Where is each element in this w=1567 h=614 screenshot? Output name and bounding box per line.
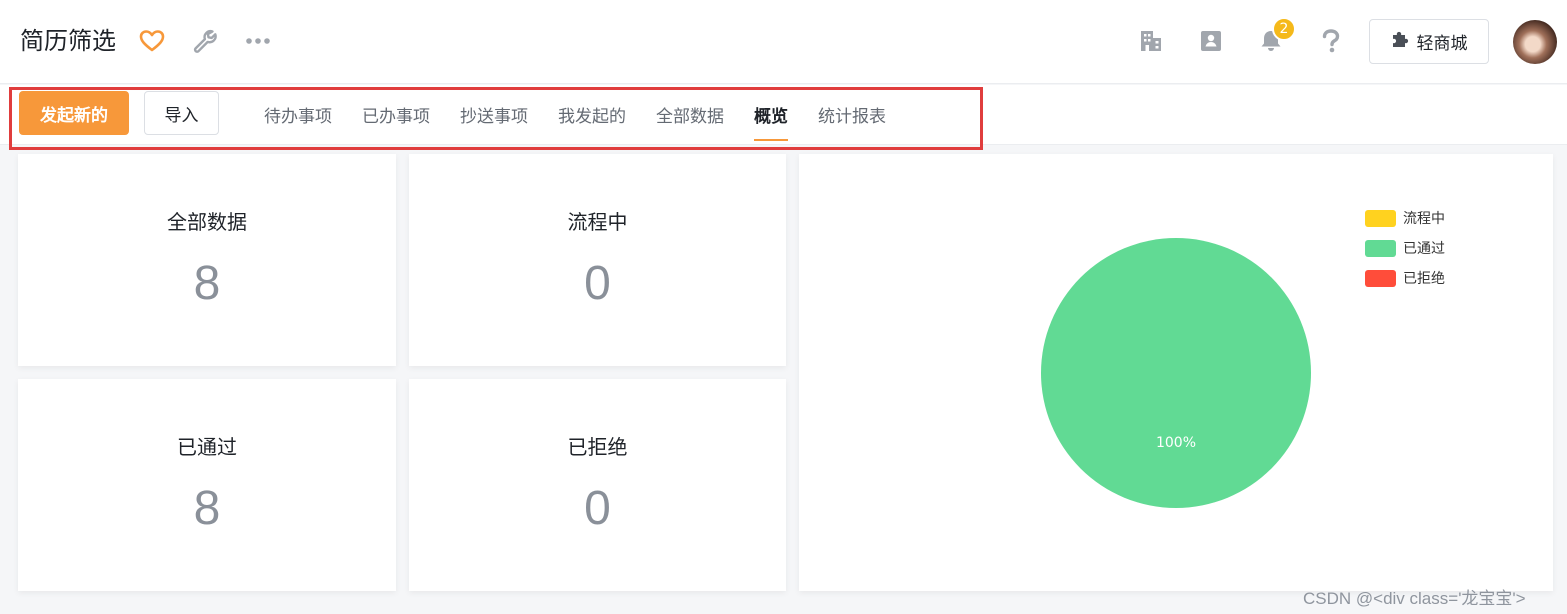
legend-item-2[interactable]: 已拒绝 (1365, 270, 1445, 287)
more-icon[interactable] (244, 27, 272, 55)
tab-overview[interactable]: 概览 (754, 85, 788, 143)
stat-label: 全部数据 (167, 210, 247, 234)
puzzle-icon (1391, 30, 1409, 53)
legend-swatch (1365, 240, 1396, 257)
app-title: 简历筛选 (20, 27, 116, 55)
pie-chart-card: 100% 流程中已通过已拒绝 (799, 154, 1553, 591)
pie-data-label-1: 100% (1156, 435, 1196, 451)
legend-item-1[interactable]: 已通过 (1365, 240, 1445, 257)
tab-initiated[interactable]: 我发起的 (558, 85, 626, 143)
legend-swatch (1365, 270, 1396, 287)
stat-value: 8 (193, 482, 221, 535)
stat-value: 0 (584, 482, 611, 535)
tab-bar: 待办事项 已办事项 抄送事项 我发起的 全部数据 概览 统计报表 (264, 85, 886, 143)
legend-label: 已通过 (1403, 241, 1445, 257)
building-icon[interactable] (1137, 27, 1165, 55)
legend-swatch (1365, 210, 1396, 227)
toolbar: 发起新的 导入 待办事项 已办事项 抄送事项 我发起的 全部数据 概览 统计报表 (0, 85, 1567, 150)
stat-value: 8 (193, 257, 221, 310)
light-mall-button[interactable]: 轻商城 (1369, 19, 1489, 64)
import-button[interactable]: 导入 (144, 91, 219, 135)
heart-icon[interactable] (138, 27, 166, 55)
stat-label: 流程中 (567, 210, 628, 234)
tab-all-data[interactable]: 全部数据 (656, 85, 724, 143)
start-new-button[interactable]: 发起新的 (19, 91, 129, 135)
stat-card-approved: 已通过 8 (18, 379, 396, 591)
avatar[interactable] (1513, 20, 1557, 64)
legend-label: 已拒绝 (1403, 271, 1445, 287)
stat-value: 0 (584, 257, 611, 310)
light-mall-label: 轻商城 (1416, 34, 1468, 54)
stat-card-in-progress: 流程中 0 (409, 154, 786, 366)
watermark: CSDN @<div class='龙宝宝'> (1303, 589, 1526, 608)
legend-label: 流程中 (1403, 211, 1445, 227)
wrench-icon[interactable] (191, 27, 219, 55)
help-icon[interactable] (1317, 27, 1345, 55)
pie-slice-1[interactable] (1041, 238, 1311, 508)
pie-chart: 100% 流程中已通过已拒绝 (1041, 210, 1445, 508)
stat-label: 已拒绝 (567, 435, 628, 459)
tab-done[interactable]: 已办事项 (362, 85, 430, 143)
app-header: 简历筛选 2 轻商城 (0, 0, 1567, 84)
notification-badge: 2 (1272, 17, 1296, 41)
stat-label: 已通过 (177, 435, 237, 459)
tab-todo[interactable]: 待办事项 (264, 85, 332, 143)
tab-reports[interactable]: 统计报表 (818, 85, 886, 143)
tab-cc[interactable]: 抄送事项 (460, 85, 528, 143)
stat-card-all: 全部数据 8 (18, 154, 396, 366)
legend-item-0[interactable]: 流程中 (1365, 210, 1445, 227)
contacts-icon[interactable] (1197, 27, 1225, 55)
stat-card-rejected: 已拒绝 0 (409, 379, 786, 591)
